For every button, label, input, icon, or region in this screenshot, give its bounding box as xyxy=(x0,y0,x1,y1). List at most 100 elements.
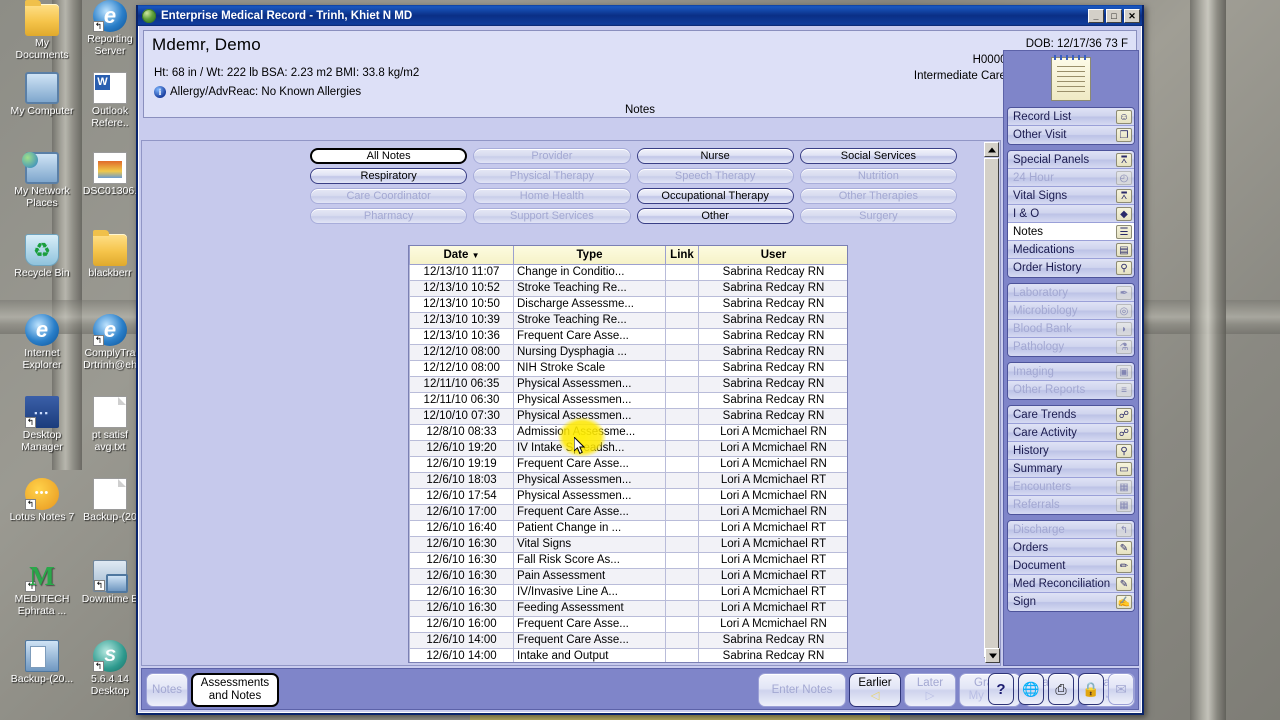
table-row[interactable]: 12/6/10 16:30 IV/Invasive Line A... Lori A… xyxy=(409,583,847,601)
lock-button[interactable]: 🔒 xyxy=(1078,673,1104,705)
cell-link xyxy=(665,615,699,633)
desktop-icon[interactable]: Recycle Bin xyxy=(8,234,76,280)
table-row[interactable]: 12/10/10 07:30 Physical Assessmen... Sabri… xyxy=(409,407,847,425)
scroll-up-button[interactable] xyxy=(984,142,999,157)
cell-link xyxy=(665,327,699,345)
column-header[interactable]: Type xyxy=(513,246,666,265)
word-document-icon xyxy=(93,72,127,104)
desktop-icon[interactable]: Backup-(20... xyxy=(8,640,76,686)
sidebar-item-med-reconciliation[interactable]: Med Reconciliation ✎ xyxy=(1008,575,1134,593)
globe-button[interactable]: 🌐 xyxy=(1018,673,1044,705)
column-header[interactable]: User xyxy=(698,246,847,265)
notes-scrollbar[interactable] xyxy=(983,141,1000,665)
sidebar-item-summary[interactable]: Summary ▭ xyxy=(1008,460,1134,478)
table-row[interactable]: 12/12/10 08:00 Nursing Dysphagia ... Sabri… xyxy=(409,343,847,361)
cell-link xyxy=(665,439,699,457)
desktop-icon[interactable]: DSC01306. xyxy=(76,152,144,198)
table-row[interactable]: 12/6/10 17:54 Physical Assessmen... Lori A… xyxy=(409,487,847,505)
desktop-icon[interactable]: My Documents xyxy=(8,0,76,61)
sidebar-item-special-panels[interactable]: Special Panels ⩞ xyxy=(1008,151,1134,169)
sidebar-item-record-list[interactable]: Record List ☺ xyxy=(1008,108,1134,126)
table-row[interactable]: 12/6/10 19:19 Frequent Care Asse... Lori A… xyxy=(409,455,847,473)
table-row[interactable]: 12/13/10 10:52 Stroke Teaching Re... Sabri… xyxy=(409,279,847,297)
table-row[interactable]: 12/6/10 16:30 Vital Signs Lori A Mcmichael… xyxy=(409,535,847,553)
scroll-down-button[interactable] xyxy=(985,648,1000,663)
window-titlebar[interactable]: Enterprise Medical Record - Trinh, Khiet… xyxy=(138,5,1142,26)
table-row[interactable]: 12/13/10 10:50 Discharge Assessme... Sabri… xyxy=(409,295,847,313)
table-row[interactable]: 12/13/10 10:36 Frequent Care Asse... Sabri… xyxy=(409,327,847,345)
desktop-icon[interactable]: 5.6.4.14 Desktop xyxy=(76,640,144,697)
table-row[interactable]: 12/6/10 19:20 IV Intake Spreadsh... Lori A… xyxy=(409,439,847,457)
help-button[interactable]: ? xyxy=(988,673,1014,705)
category-filter-button[interactable]: Nurse xyxy=(636,148,794,164)
desktop-icon[interactable]: Reporting Server xyxy=(76,0,144,57)
table-row[interactable]: 12/11/10 06:35 Physical Assessmen... Sabri… xyxy=(409,375,847,393)
table-row[interactable]: 12/11/10 06:30 Physical Assessmen... Sabri… xyxy=(409,391,847,409)
sidebar-item-notes[interactable]: Notes ☰ xyxy=(1008,223,1134,241)
minimize-button[interactable]: _ xyxy=(1088,8,1104,23)
care-trends-icon: ☍ xyxy=(1116,407,1132,422)
close-button[interactable]: ✕ xyxy=(1124,8,1140,23)
table-row[interactable]: 12/6/10 16:00 Frequent Care Asse... Lori A… xyxy=(409,615,847,633)
table-row[interactable]: 12/6/10 14:00 Frequent Care Asse... Sabrin… xyxy=(409,631,847,649)
desktop-icon-area: My Documents Reporting Server My Computer O… xyxy=(0,0,138,720)
cell-date: 12/6/10 19:19 xyxy=(409,455,514,473)
sidebar-item-medications[interactable]: Medications ▤ xyxy=(1008,241,1134,259)
category-filter-button[interactable]: All Notes xyxy=(310,148,468,164)
shortcut-overlay-icon xyxy=(93,661,104,672)
desktop-icon[interactable]: Internet Explorer xyxy=(8,314,76,371)
desktop-icon[interactable]: ComplyTra Drtrinh@eh xyxy=(76,314,144,371)
printer-button[interactable]: ⎙ xyxy=(1048,673,1074,705)
desktop-icon[interactable]: blackberr xyxy=(76,230,144,280)
sidebar-item-care-activity[interactable]: Care Activity ☍ xyxy=(1008,424,1134,442)
desktop-icon[interactable]: Desktop Manager xyxy=(8,396,76,453)
column-header[interactable]: Date ▼ xyxy=(409,246,514,265)
cell-type: Feeding Assessment xyxy=(513,599,666,617)
table-row[interactable]: 12/6/10 14:00 Intake and Output Sabrina Re… xyxy=(409,647,847,662)
category-filter-button[interactable]: Respiratory xyxy=(310,168,468,184)
table-row[interactable]: 12/6/10 17:00 Frequent Care Asse... Lori A… xyxy=(409,503,847,521)
maximize-button[interactable]: □ xyxy=(1106,8,1122,23)
sidebar-item-vital-signs[interactable]: Vital Signs ⩞ xyxy=(1008,187,1134,205)
desktop-icon[interactable]: Lotus Notes 7 xyxy=(8,478,76,524)
desktop-icon[interactable]: Backup-(20 xyxy=(76,478,144,524)
microscope-icon: ⚗ xyxy=(1116,340,1132,354)
table-row[interactable]: 12/6/10 16:40 Patient Change in ... Lori A… xyxy=(409,519,847,537)
sidebar-item-other-visit[interactable]: Other Visit ❐ xyxy=(1008,126,1134,144)
table-row[interactable]: 12/6/10 16:30 Pain Assessment Lori A Mcmic… xyxy=(409,567,847,585)
sidebar-item-care-trends[interactable]: Care Trends ☍ xyxy=(1008,406,1134,424)
desktop-icon[interactable]: MEDITECH Ephrata ... xyxy=(8,560,76,617)
shortcut-overlay-icon xyxy=(93,335,104,346)
action-button-earlier[interactable]: Earlier ◁ xyxy=(849,673,901,707)
toolbar-button-assessments-and-notes[interactable]: Assessments and Notes xyxy=(191,673,279,707)
globe-icon: 🌐 xyxy=(1022,680,1040,697)
scrollbar-thumb[interactable] xyxy=(984,158,999,658)
sidebar-group: Laboratory ✒ Microbiology ◎ Blood Bank ◗ Patho… xyxy=(1007,283,1135,357)
desktop-icon[interactable]: pt satisf avg.txt xyxy=(76,396,144,453)
sidebar-item-history[interactable]: History ⚲ xyxy=(1008,442,1134,460)
table-row[interactable]: 12/12/10 08:00 NIH Stroke Scale Sabrina Re… xyxy=(409,359,847,377)
edit-note-icon: ✎ xyxy=(1116,540,1132,555)
table-row[interactable]: 12/6/10 16:30 Fall Risk Score As... Lori A… xyxy=(409,551,847,569)
table-row[interactable]: 12/13/10 10:39 Stroke Teaching Re... Sabri… xyxy=(409,311,847,329)
sidebar-item-pathology: Pathology ⚗ xyxy=(1008,338,1134,356)
table-row[interactable]: 12/8/10 08:33 Admission Assessme... Lori A… xyxy=(409,423,847,441)
sidebar-item-sign[interactable]: Sign ✍ xyxy=(1008,593,1134,611)
scrollbar-track[interactable] xyxy=(984,158,999,658)
sidebar-item-orders[interactable]: Orders ✎ xyxy=(1008,539,1134,557)
desktop-icon[interactable]: Outlook Refere.. xyxy=(76,72,144,129)
sidebar-item-i-o[interactable]: I & O ◆ xyxy=(1008,205,1134,223)
desktop-icon[interactable]: My Network Places xyxy=(8,152,76,209)
lotus-notes-icon xyxy=(25,478,59,510)
column-header[interactable]: Link xyxy=(665,246,699,265)
sidebar-item-document[interactable]: Document ✏ xyxy=(1008,557,1134,575)
category-filter-button[interactable]: Other xyxy=(636,208,794,224)
sidebar-item-order-history[interactable]: Order History ⚲ xyxy=(1008,259,1134,277)
desktop-icon[interactable]: My Computer xyxy=(8,72,76,118)
desktop-icon[interactable]: Downtime E xyxy=(76,560,144,606)
category-filter-button[interactable]: Occupational Therapy xyxy=(636,188,794,204)
table-row[interactable]: 12/13/10 11:07 Change in Conditio... Sabri… xyxy=(409,263,847,281)
table-row[interactable]: 12/6/10 16:30 Feeding Assessment Lori A Mc… xyxy=(409,599,847,617)
table-row[interactable]: 12/6/10 18:03 Physical Assessmen... Lori A… xyxy=(409,471,847,489)
category-filter-button[interactable]: Social Services xyxy=(799,148,957,164)
